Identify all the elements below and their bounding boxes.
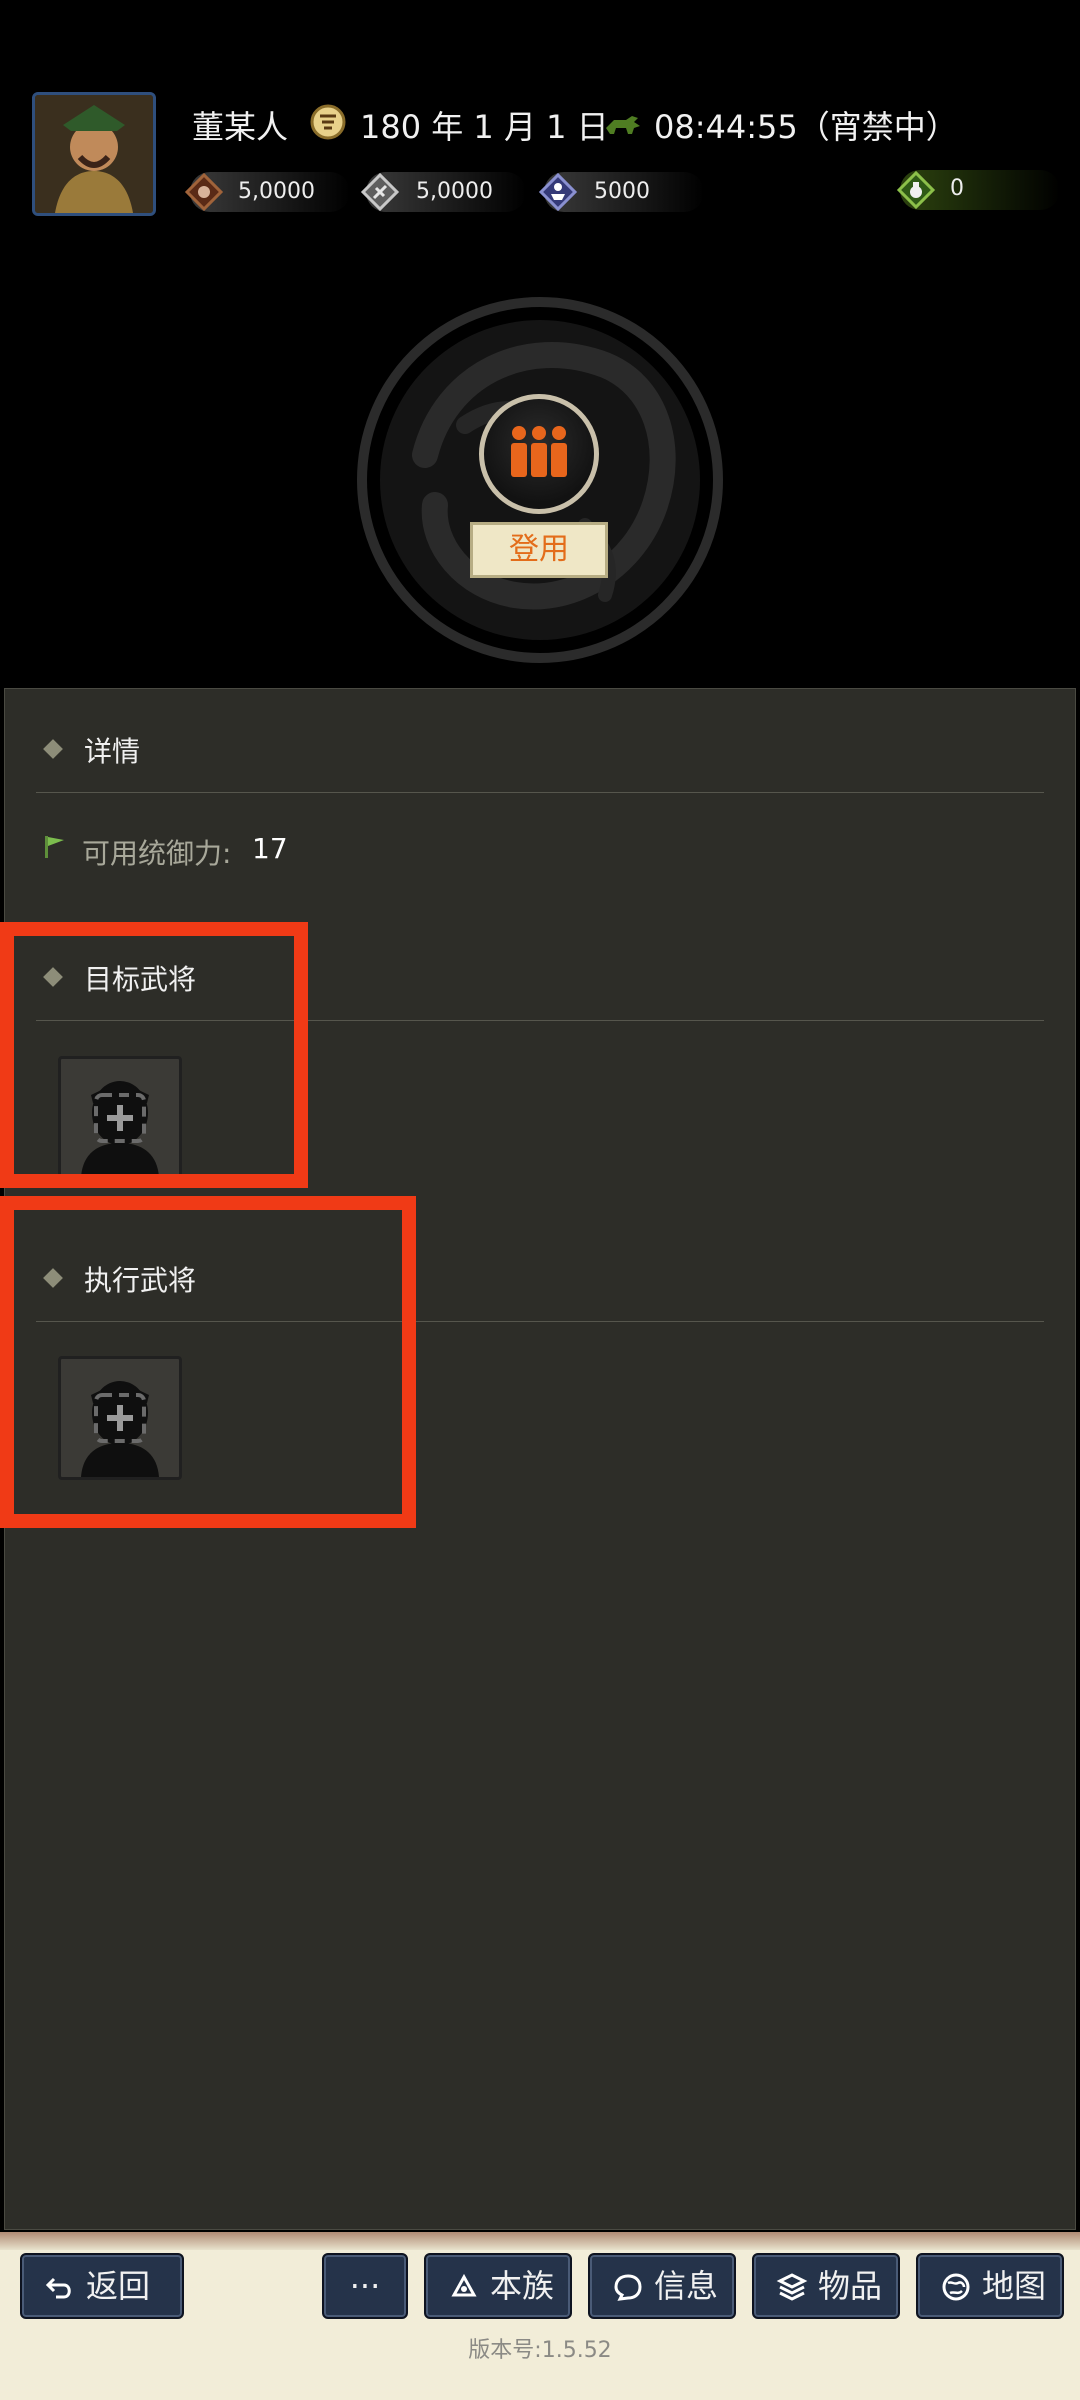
calendar-seal-icon [310,104,346,140]
map-button[interactable]: 地图 [916,2253,1064,2319]
player-avatar[interactable] [32,92,156,216]
divider [36,792,1044,793]
coin-bag-icon [184,172,224,212]
grain-icon [360,172,400,212]
command-power-label: 可用统御力: [82,837,232,870]
bottom-trim [0,2232,1080,2250]
recruit-label[interactable]: 登用 [470,522,608,578]
back-label: 返回 [86,2267,151,2305]
grain-value: 5,0000 [416,179,493,204]
info-button[interactable]: 信息 [588,2253,736,2319]
items-icon [776,2273,808,2301]
items-label: 物品 [818,2267,883,2305]
version-label: 版本号:1.5.52 [468,2338,612,2363]
more-label: ··· [349,2267,381,2305]
clan-icon [451,2273,477,2297]
money-value: 5,0000 [238,179,315,204]
game-date: 180 年 1 月 1 日 [360,108,609,146]
troops-value: 5000 [594,179,650,204]
chat-bubble-icon [614,2274,642,2301]
items-button[interactable]: 物品 [752,2253,900,2319]
more-button[interactable]: ··· [322,2253,408,2319]
details-title: 详情 [84,735,141,768]
back-button[interactable]: 返回 [20,2253,184,2319]
items-value: 0 [950,176,964,201]
command-power-value: 17 [252,832,288,865]
pouch-icon [896,170,936,210]
globe-icon [942,2273,970,2301]
soldier-icon [538,172,578,212]
map-label: 地图 [982,2267,1047,2305]
info-label: 信息 [654,2267,719,2305]
clan-label: 本族 [490,2267,555,2305]
highlight-box-target [0,922,308,1188]
player-name: 董某人 [192,108,289,146]
horse-icon [606,116,640,134]
three-people-icon [511,426,567,477]
recruit-action-button[interactable] [479,394,599,514]
clan-button[interactable]: 本族 [424,2253,572,2319]
highlight-box-executor [0,1196,416,1528]
game-time: 08:44:55（宵禁中） [654,108,958,146]
general-portrait-icon [35,95,153,213]
flag-icon [45,836,64,858]
back-arrow-icon [45,2277,71,2299]
